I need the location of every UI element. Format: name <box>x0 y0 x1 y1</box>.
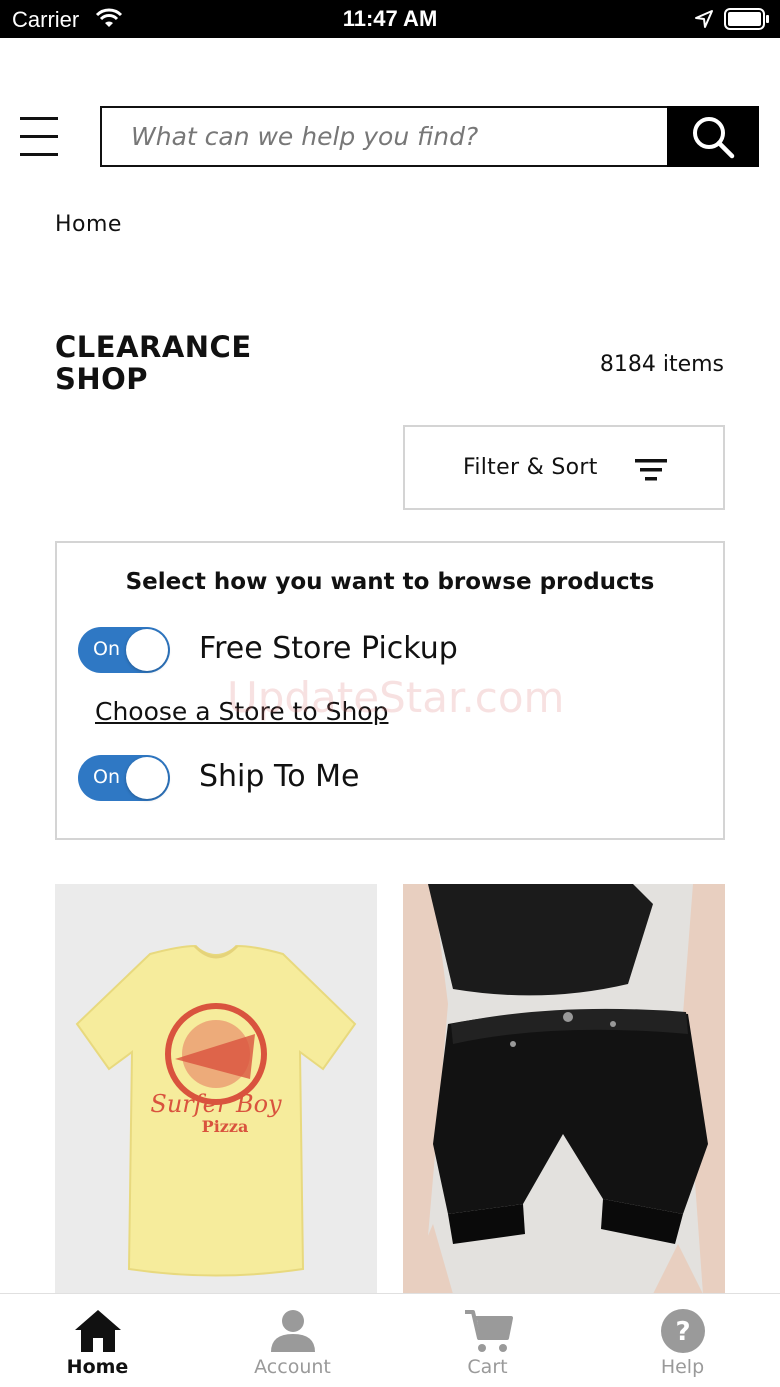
tshirt-graphic-text: Surfer Boy <box>150 1090 282 1118</box>
toggle-knob <box>126 629 168 671</box>
toggle-state: On <box>93 638 120 660</box>
product-image-shorts <box>403 884 725 1294</box>
help-icon: ? <box>661 1309 705 1353</box>
toggle-state: On <box>93 766 120 788</box>
tab-home-label: Home <box>66 1356 129 1378</box>
tab-home[interactable]: Home <box>0 1294 195 1387</box>
tab-cart-label: Cart <box>467 1356 508 1378</box>
battery-icon <box>724 8 769 30</box>
tab-help[interactable]: ? Help <box>585 1294 780 1387</box>
tab-account-label: Account <box>254 1356 331 1378</box>
browse-options-panel: Select how you want to browse products O… <box>55 541 725 840</box>
tab-cart[interactable]: Cart <box>390 1294 585 1387</box>
ship-to-me-label: Ship To Me <box>199 759 360 794</box>
tshirt-graphic-subtext: Pizza <box>202 1117 249 1136</box>
tab-account[interactable]: Account <box>195 1294 390 1387</box>
clock: 11:47 AM <box>342 6 438 31</box>
product-card-tshirt[interactable]: Surfer Boy Pizza <box>55 884 377 1294</box>
product-card-shorts[interactable] <box>403 884 725 1294</box>
cart-icon <box>465 1310 513 1352</box>
filter-icon <box>635 459 667 481</box>
ship-to-me-toggle[interactable]: On <box>78 755 170 801</box>
filter-sort-button[interactable]: Filter & Sort <box>403 425 725 510</box>
search-input[interactable] <box>102 108 668 165</box>
search-bar <box>100 106 668 167</box>
home-icon <box>75 1310 121 1352</box>
search-button[interactable] <box>667 106 759 167</box>
tab-bar: Home Account Cart ? Help <box>0 1293 780 1387</box>
browse-heading: Select how you want to browse products <box>125 569 655 595</box>
page-title-line2: SHOP <box>55 362 149 396</box>
page-title-line1: CLEARANCE <box>55 330 252 364</box>
page-title: CLEARANCE SHOP <box>55 331 315 395</box>
choose-store-link[interactable]: Choose a Store to Shop <box>95 697 388 726</box>
status-bar: Carrier 11:47 AM <box>0 0 780 38</box>
toggle-knob <box>126 757 168 799</box>
breadcrumb[interactable]: Home <box>55 212 122 237</box>
item-count: 8184 items <box>599 352 724 377</box>
svg-text:?: ? <box>675 1317 690 1347</box>
location-icon <box>695 10 713 28</box>
search-icon <box>693 116 735 158</box>
account-icon <box>271 1310 315 1352</box>
hamburger-icon[interactable] <box>20 117 60 157</box>
product-image-tshirt: Surfer Boy Pizza <box>75 944 357 1277</box>
tab-help-label: Help <box>660 1356 705 1378</box>
filter-sort-label: Filter & Sort <box>463 455 598 480</box>
free-store-pickup-toggle[interactable]: On <box>78 627 170 673</box>
free-store-pickup-label: Free Store Pickup <box>199 631 458 666</box>
